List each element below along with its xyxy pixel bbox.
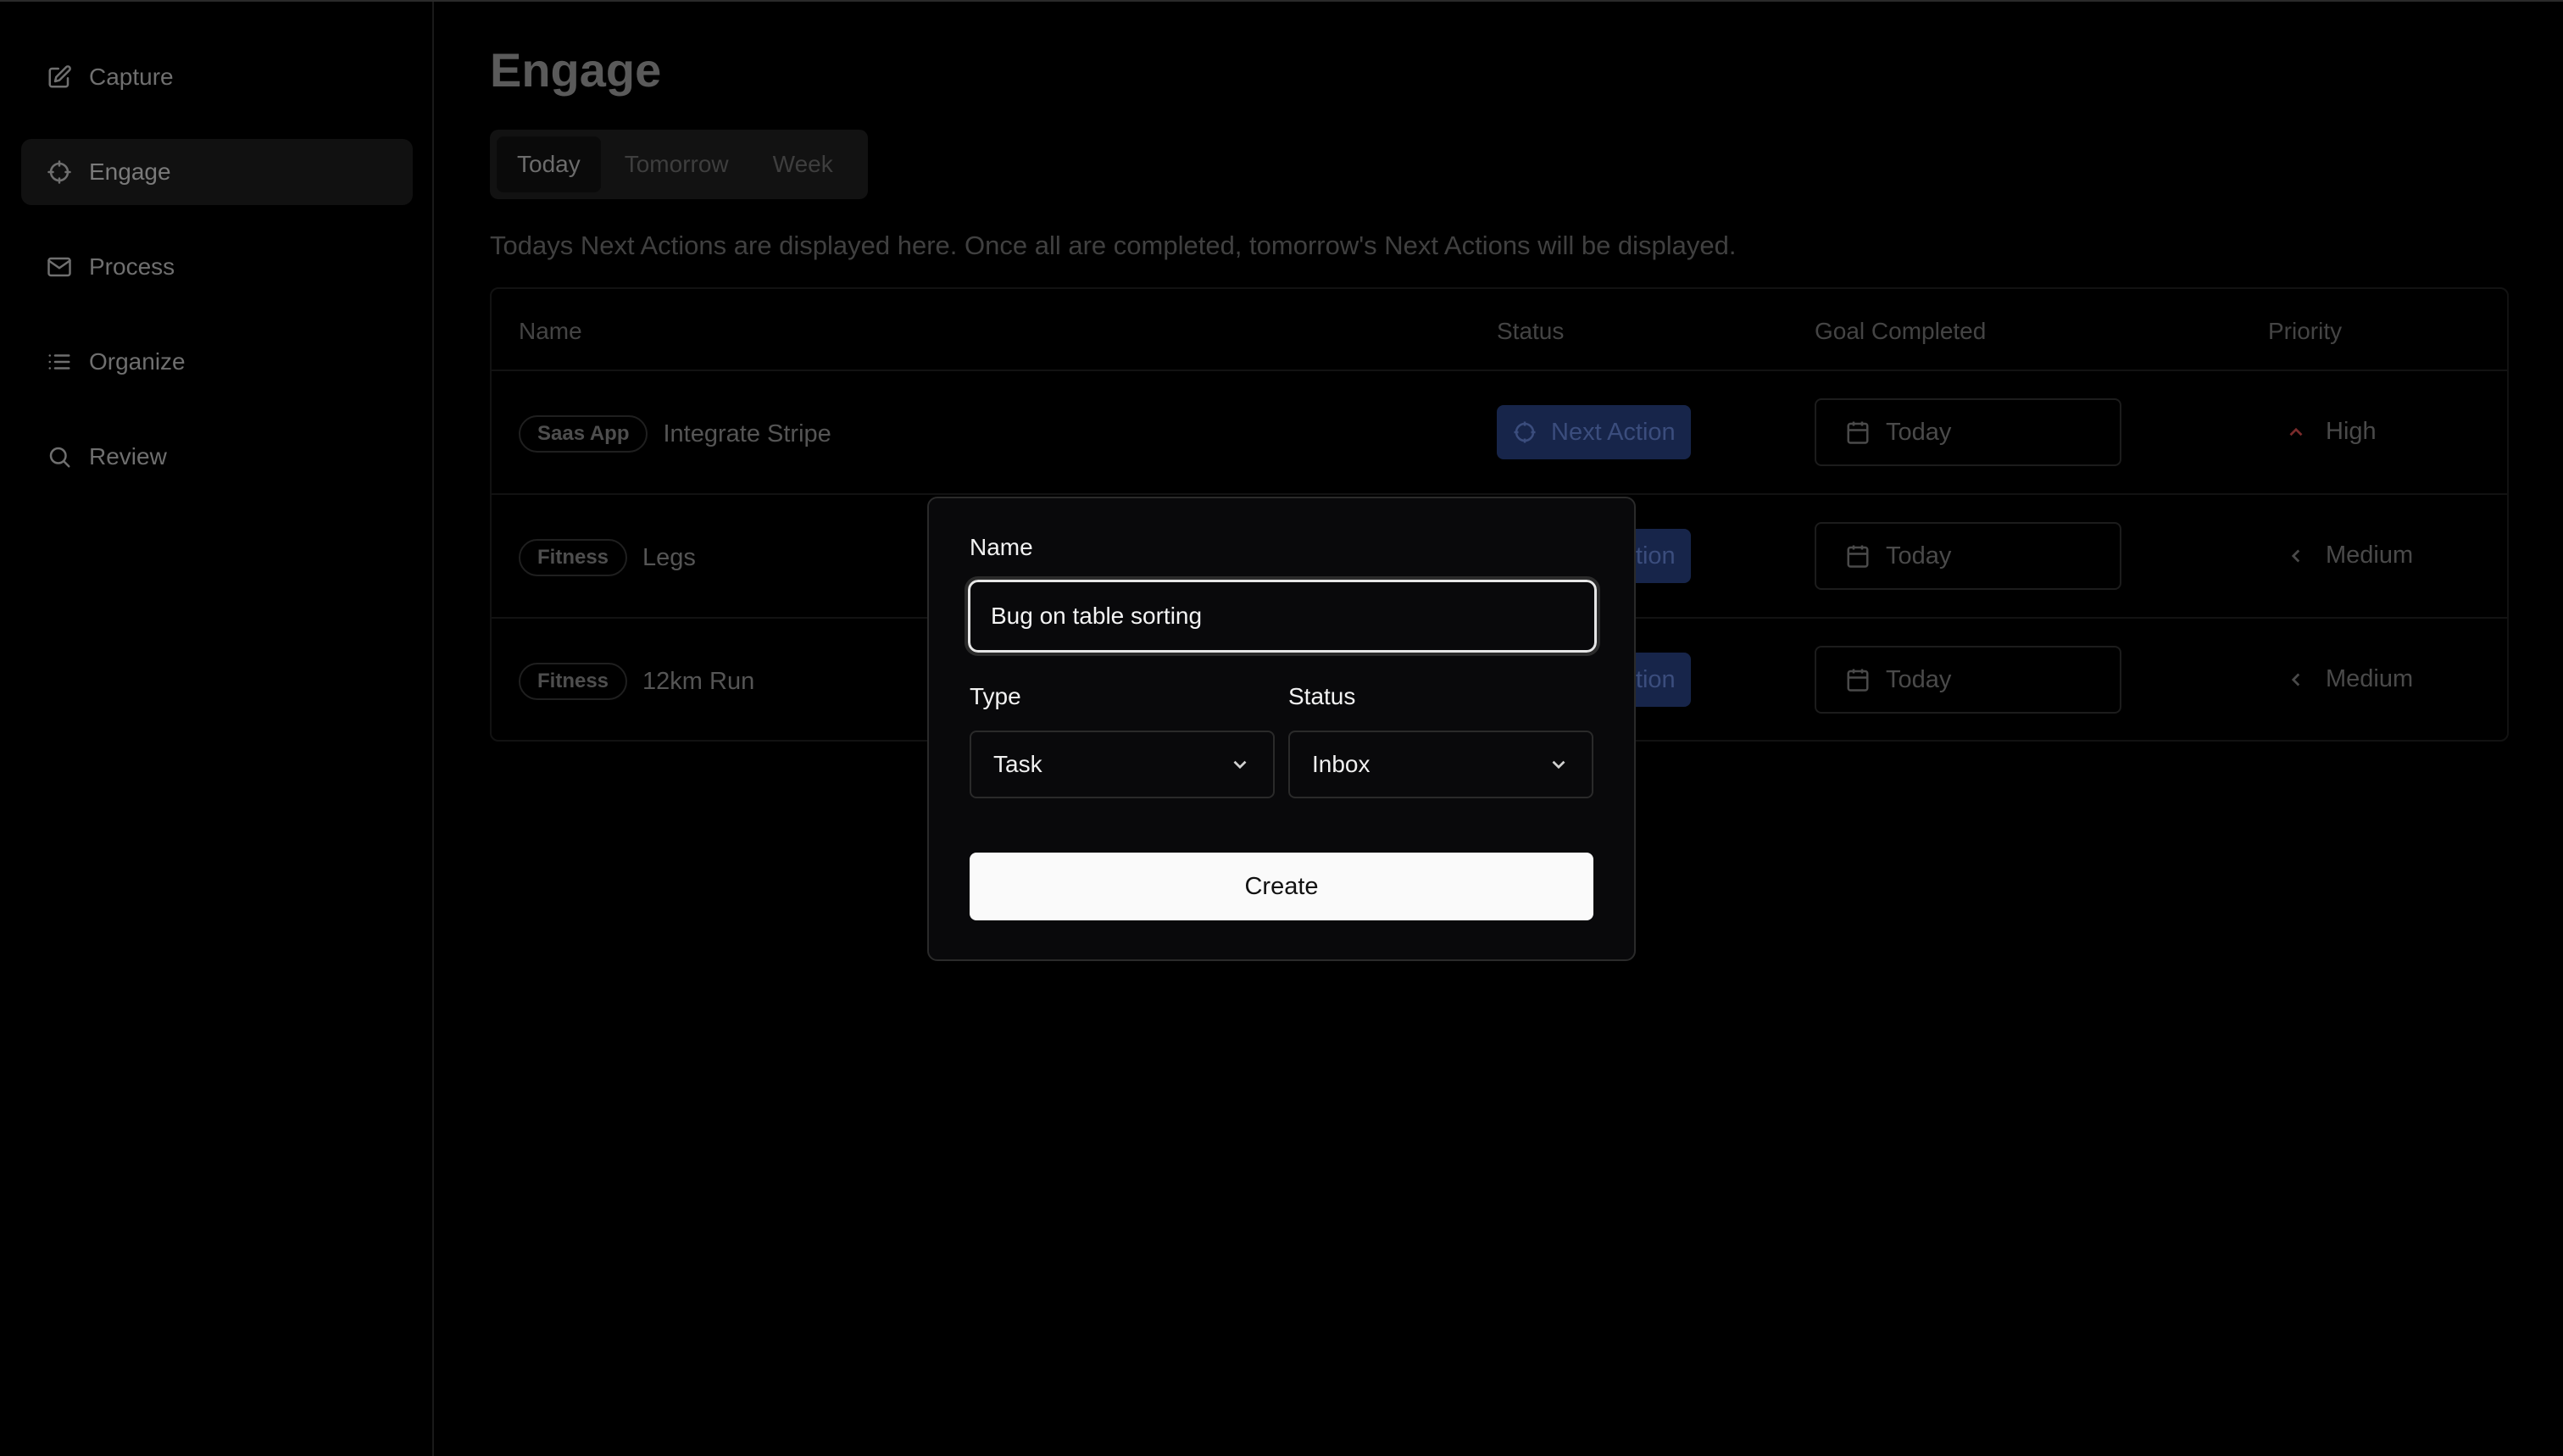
name-input[interactable] xyxy=(965,576,1600,656)
type-select[interactable]: Task xyxy=(970,731,1275,798)
chevron-left-icon xyxy=(2291,673,2300,686)
page-title: Engage xyxy=(490,43,662,97)
sidebar-item-label: Engage xyxy=(89,158,171,185)
priority-label: High xyxy=(2326,418,2377,445)
priority-indicator[interactable]: High xyxy=(2285,418,2377,446)
goal-date-label: Today xyxy=(1886,665,1952,693)
chevron-down-icon xyxy=(1552,760,1565,770)
tab-bar: Today Tomorrow Week xyxy=(490,130,868,199)
column-header-goal-completed[interactable]: Goal Completed xyxy=(1815,318,1986,345)
sidebar-item-label: Organize xyxy=(89,348,186,375)
sidebar-item-organize[interactable]: Organize xyxy=(21,329,413,395)
tab-week[interactable]: Week xyxy=(753,136,853,192)
sidebar-item-review[interactable]: Review xyxy=(21,424,413,490)
project-tag: Fitness xyxy=(519,663,628,700)
status-label: Status xyxy=(1288,683,1356,709)
edit-icon xyxy=(47,64,72,90)
column-header-priority[interactable]: Priority xyxy=(2268,318,2342,345)
sidebar-item-process[interactable]: Process xyxy=(21,234,413,300)
calendar-icon xyxy=(1847,669,1869,692)
goal-date-picker[interactable]: Today xyxy=(1815,646,2121,714)
task-name: Legs xyxy=(642,543,696,571)
sidebar: Capture Engage Process Organize Review xyxy=(0,2,434,1456)
priority-indicator[interactable]: Medium xyxy=(2285,665,2413,693)
sidebar-item-engage[interactable]: Engage xyxy=(21,139,413,205)
priority-label: Medium xyxy=(2326,665,2414,692)
chevron-down-icon xyxy=(1233,760,1247,770)
status-select-value: Inbox xyxy=(1312,751,1370,777)
status-label: Next Action xyxy=(1551,418,1676,446)
tab-today[interactable]: Today xyxy=(497,136,601,192)
crosshair-icon xyxy=(1514,421,1536,443)
column-header-status[interactable]: Status xyxy=(1497,318,1564,345)
task-name: 12km Run xyxy=(642,667,755,695)
project-tag: Saas App xyxy=(519,415,648,453)
search-icon xyxy=(47,444,72,470)
column-header-name[interactable]: Name xyxy=(519,318,582,345)
create-item-dialog: Name Type Status Task Inbox Create xyxy=(927,497,1636,961)
crosshair-icon xyxy=(47,159,72,185)
sidebar-item-label: Capture xyxy=(89,64,174,90)
calendar-icon xyxy=(1847,421,1869,444)
tab-tomorrow[interactable]: Tomorrow xyxy=(604,136,749,192)
goal-date-picker[interactable]: Today xyxy=(1815,522,2121,590)
row-divider xyxy=(492,493,2507,495)
row-divider xyxy=(492,370,2507,371)
page-description: Todays Next Actions are displayed here. … xyxy=(490,231,1737,260)
priority-label: Medium xyxy=(2326,542,2414,569)
calendar-icon xyxy=(1847,545,1869,568)
goal-date-label: Today xyxy=(1886,542,1952,570)
chevron-up-icon xyxy=(2289,427,2303,436)
chevron-left-icon xyxy=(2291,549,2300,562)
create-button[interactable]: Create xyxy=(970,853,1593,920)
task-name: Integrate Stripe xyxy=(663,420,831,447)
goal-date-label: Today xyxy=(1886,418,1952,446)
status-badge[interactable]: Next Action xyxy=(1497,405,1691,459)
type-label: Type xyxy=(970,683,1021,709)
sidebar-item-label: Process xyxy=(89,253,175,280)
mail-icon xyxy=(47,254,72,280)
sidebar-item-label: Review xyxy=(89,443,167,470)
sidebar-item-capture[interactable]: Capture xyxy=(21,44,413,110)
list-icon xyxy=(47,349,72,375)
name-label: Name xyxy=(970,534,1033,560)
status-select[interactable]: Inbox xyxy=(1288,731,1593,798)
type-select-value: Task xyxy=(993,751,1042,777)
project-tag: Fitness xyxy=(519,539,628,576)
goal-date-picker[interactable]: Today xyxy=(1815,398,2121,466)
priority-indicator[interactable]: Medium xyxy=(2285,542,2413,570)
